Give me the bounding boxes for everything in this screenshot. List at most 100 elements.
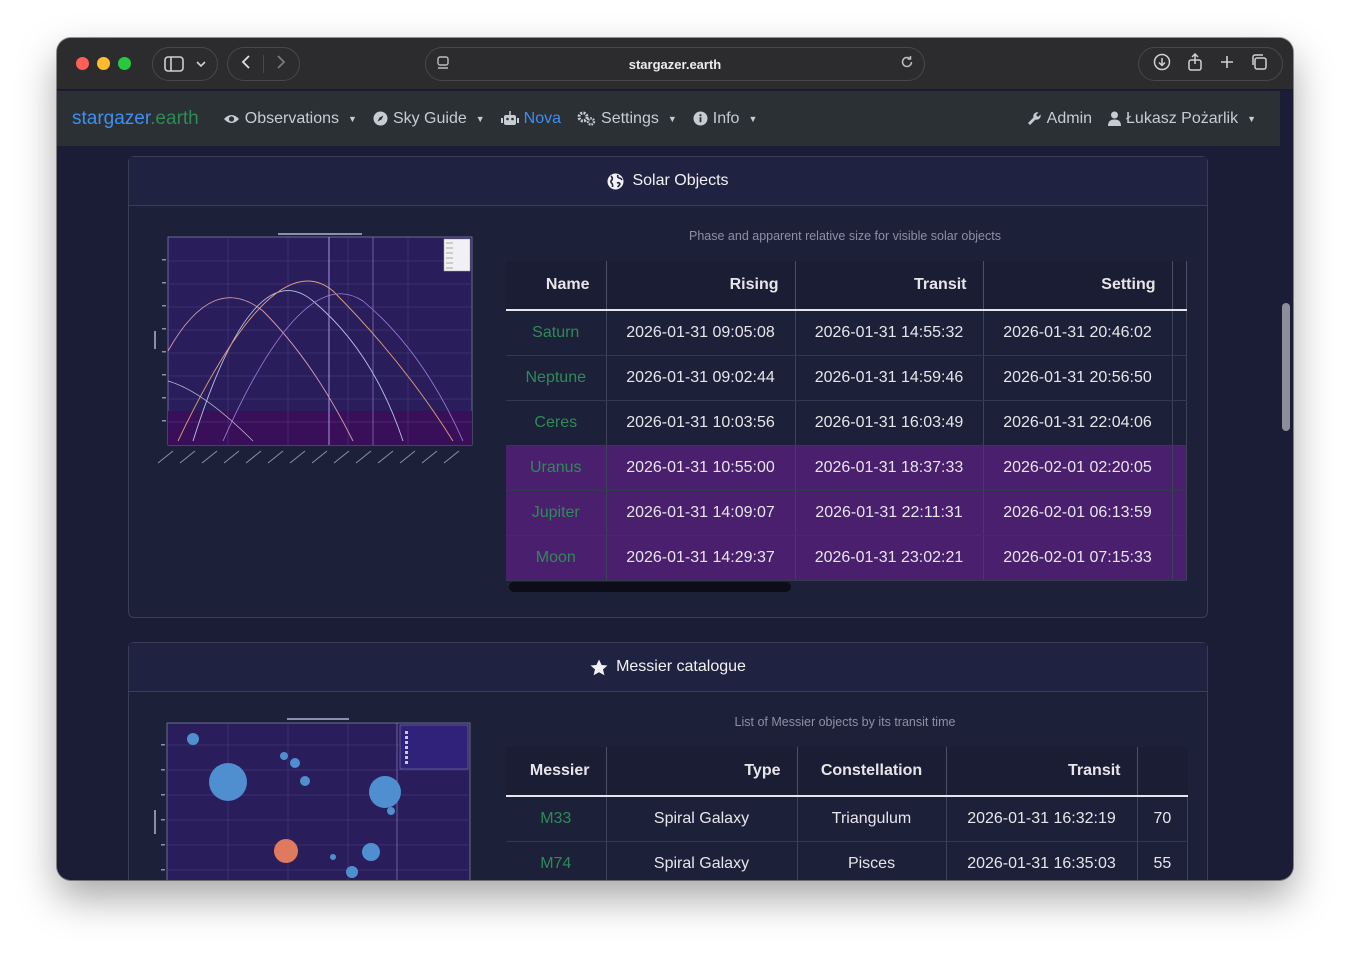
chevron-left-icon <box>241 55 250 69</box>
nav-nova[interactable]: Nova <box>500 110 561 128</box>
nav-observations[interactable]: Observations ▼ <box>223 110 357 128</box>
wrench-icon <box>1027 112 1041 125</box>
object-name-link[interactable]: Moon <box>506 535 607 581</box>
column-header-more <box>1137 747 1188 797</box>
page-settings-icon[interactable] <box>436 56 450 73</box>
setting-cell: 2026-01-31 20:56:50 <box>983 355 1173 401</box>
solar-table-header-row: Name Rising Transit Setting <box>506 261 1187 311</box>
setting-cell: 2026-02-01 07:15:33 <box>983 535 1173 581</box>
close-window-button[interactable] <box>76 57 89 70</box>
column-header-transit[interactable]: Transit <box>795 261 984 311</box>
type-cell: Spiral Galaxy <box>606 841 798 880</box>
solar-objects-table: Name Rising Transit Setting Saturn 2026-0… <box>506 261 1187 581</box>
object-name-link[interactable]: Jupiter <box>506 490 607 536</box>
page-scrollbar-thumb[interactable] <box>1282 303 1290 431</box>
sidebar-toggle-button[interactable] <box>152 47 218 81</box>
browser-actions <box>1138 47 1283 81</box>
transit-cell: 2026-01-31 16:03:49 <box>795 400 984 446</box>
overflow-cell <box>1172 445 1187 491</box>
column-header-transit[interactable]: Transit <box>946 747 1138 797</box>
nav-sky-guide-label: Sky Guide <box>392 109 467 127</box>
brand-name: stargazer <box>72 107 151 129</box>
messier-id-link[interactable]: M33 <box>506 796 607 842</box>
object-name-link[interactable]: Neptune <box>506 355 607 401</box>
transit-cell: 2026-01-31 14:59:46 <box>795 355 984 401</box>
rising-cell: 2026-01-31 14:29:37 <box>606 535 796 581</box>
rising-cell: 2026-01-31 10:03:56 <box>606 400 796 446</box>
solar-objects-header: Solar Objects <box>129 157 1207 206</box>
column-header-rising[interactable]: Rising <box>606 261 796 311</box>
table-row: Saturn 2026-01-31 09:05:08 2026-01-31 14:5… <box>506 310 1187 356</box>
nav-info[interactable]: Info ▼ <box>693 109 758 128</box>
column-header-constellation[interactable]: Constellation <box>797 747 947 797</box>
messier-table-header-row: Messier Type Constellation Transit <box>506 747 1188 797</box>
nav-admin[interactable]: Admin <box>1027 110 1092 128</box>
minimize-window-button[interactable] <box>97 57 110 70</box>
overflow-cell <box>1172 310 1187 356</box>
history-navigation <box>227 47 300 81</box>
table-row: Neptune 2026-01-31 09:02:44 2026-01-31 14:… <box>506 355 1187 401</box>
chevron-down-icon <box>196 61 206 68</box>
column-header-name[interactable]: Name <box>506 261 607 311</box>
caret-down-icon: ▼ <box>667 113 677 124</box>
constellation-cell: Pisces <box>797 841 947 880</box>
solar-table-horizontal-scrollbar[interactable] <box>509 582 791 592</box>
overflow-cell <box>1172 490 1187 536</box>
table-row: M74 Spiral Galaxy Pisces 2026-01-31 16:35:0… <box>506 841 1189 880</box>
nav-info-label: Info <box>712 109 740 127</box>
address-text: stargazer.earth <box>628 56 722 72</box>
main-content: Solar Objects Phase and apparent relativ… <box>57 146 1280 880</box>
download-icon[interactable] <box>1153 53 1171 76</box>
nav-user-label: Łukasz Pożarlik <box>1126 109 1239 127</box>
rising-cell: 2026-01-31 09:05:08 <box>606 310 796 356</box>
messier-catalogue-title: Messier catalogue <box>616 658 746 675</box>
caret-down-icon: ▼ <box>475 113 485 124</box>
caret-down-icon: ▼ <box>1247 113 1256 124</box>
table-row: Moon 2026-01-31 14:29:37 2026-01-31 23:02:… <box>506 535 1187 581</box>
brand-logo[interactable]: stargazer.earth <box>72 108 199 130</box>
transit-cell: 2026-01-31 18:37:33 <box>795 445 984 491</box>
robot-icon <box>500 111 519 125</box>
share-icon[interactable] <box>1187 52 1203 76</box>
caret-down-icon: ▼ <box>748 113 758 124</box>
rising-cell: 2026-01-31 10:55:00 <box>606 445 796 491</box>
app-navbar: stargazer.earth Observations ▼ Sky Guide ▼… <box>57 91 1280 146</box>
reload-icon[interactable] <box>900 55 914 73</box>
overflow-cell <box>1172 535 1187 581</box>
user-icon <box>1108 111 1122 126</box>
sidebar-icon <box>164 56 184 72</box>
messier-catalogue-card: Messier catalogue List of Messier object… <box>128 642 1208 880</box>
overflow-cell <box>1172 400 1187 446</box>
nav-sky-guide[interactable]: Sky Guide ▼ <box>373 110 485 128</box>
object-name-link[interactable]: Saturn <box>506 310 607 356</box>
messier-table: Messier Type Constellation Transit M33 Sp… <box>506 747 1189 880</box>
brand-tld: .earth <box>150 107 199 129</box>
forward-button[interactable] <box>264 55 299 73</box>
table-row: Jupiter 2026-01-31 14:09:07 2026-01-31 22:… <box>506 490 1187 536</box>
back-button[interactable] <box>228 55 263 73</box>
rising-cell: 2026-01-31 09:02:44 <box>606 355 796 401</box>
nav-user[interactable]: Łukasz Pożarlik ▼ <box>1108 110 1256 128</box>
tab-overview-icon[interactable] <box>1250 53 1268 76</box>
new-tab-icon[interactable] <box>1220 54 1234 74</box>
solar-objects-card: Solar Objects Phase and apparent relativ… <box>128 156 1208 618</box>
nav-settings[interactable]: Settings ▼ <box>577 110 677 128</box>
solar-objects-title: Solar Objects <box>632 172 729 189</box>
extra-cell: 70 <box>1137 796 1189 842</box>
column-header-setting[interactable]: Setting <box>983 261 1173 311</box>
zoom-window-button[interactable] <box>118 57 131 70</box>
column-header-type[interactable]: Type <box>606 747 798 797</box>
table-row: M33 Spiral Galaxy Triangulum 2026-01-31 16:… <box>506 796 1189 842</box>
solar-caption: Phase and apparent relative size for vis… <box>689 229 1001 243</box>
address-bar[interactable]: stargazer.earth <box>425 47 925 81</box>
overflow-cell <box>1172 355 1187 401</box>
object-name-link[interactable]: Uranus <box>506 445 607 491</box>
setting-cell: 2026-01-31 22:04:06 <box>983 400 1173 446</box>
setting-cell: 2026-02-01 02:20:05 <box>983 445 1173 491</box>
rising-cell: 2026-01-31 14:09:07 <box>606 490 796 536</box>
navbar-right: Admin Łukasz Pożarlik ▼ <box>1027 91 1256 146</box>
column-header-messier[interactable]: Messier <box>506 747 607 797</box>
chevron-right-icon <box>277 55 286 69</box>
object-name-link[interactable]: Ceres <box>506 400 607 446</box>
messier-id-link[interactable]: M74 <box>506 841 607 880</box>
